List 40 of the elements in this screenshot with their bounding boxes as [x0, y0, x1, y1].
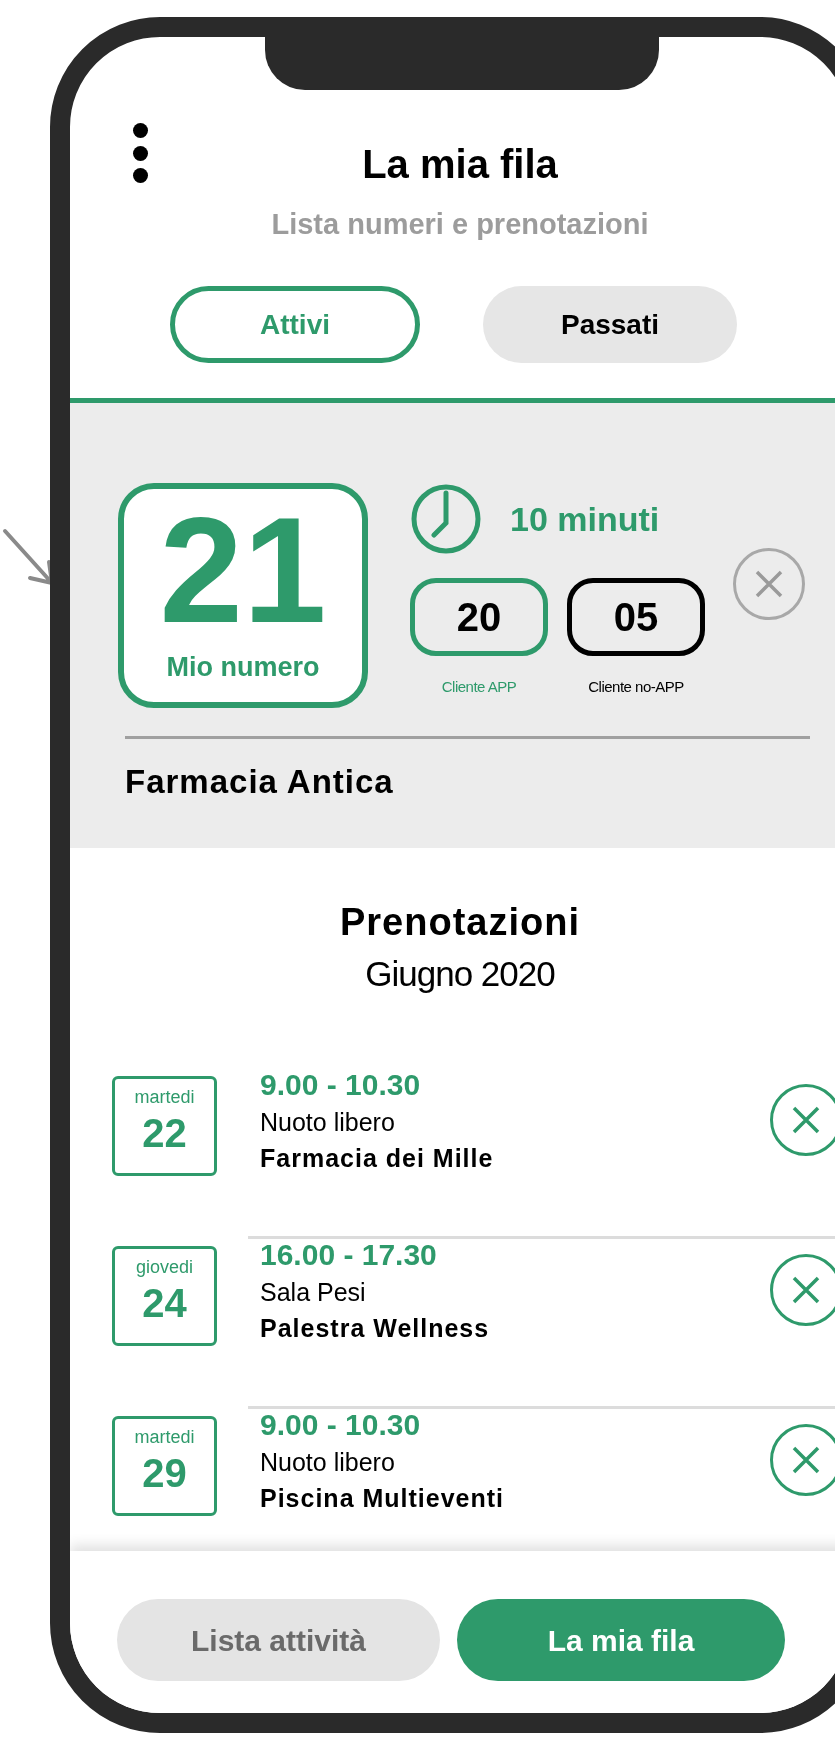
bookings-title: Prenotazioni: [340, 900, 580, 944]
day-number: 22: [142, 1111, 187, 1155]
wait-time: 10 minuti: [510, 498, 660, 540]
cancel-button[interactable]: [770, 1424, 835, 1496]
day-number: 29: [142, 1451, 187, 1495]
close-icon: [754, 569, 784, 599]
bookings-month: Giugno 2020: [365, 953, 555, 995]
close-icon: [791, 1445, 821, 1475]
close-icon: [791, 1275, 821, 1305]
cancel-button[interactable]: [770, 1084, 835, 1156]
booking-time: 16.00 - 17.30: [260, 1237, 438, 1273]
booking-time: 9.00 - 10.30: [260, 1407, 422, 1443]
cancel-button[interactable]: [770, 1254, 835, 1326]
close-button[interactable]: [733, 548, 805, 620]
activity-name: Nuoto libero: [260, 1107, 396, 1138]
screen-subtitle: Lista numeri e prenotazioni: [271, 207, 649, 242]
close-icon: [791, 1105, 821, 1135]
booking-time: 9.00 - 10.30: [260, 1067, 422, 1103]
clock-icon: [410, 483, 482, 555]
weekday: martedi: [134, 1427, 195, 1447]
counter-pill: 05: [567, 578, 705, 656]
venue-name: Palestra Wellness: [260, 1313, 490, 1344]
queue-number-label: Mio numero: [166, 651, 320, 684]
weekday: giovedi: [135, 1257, 193, 1277]
weekday: martedi: [134, 1087, 195, 1107]
day-number: 24: [142, 1281, 187, 1325]
nav-button[interactable]: La mia fila: [457, 1599, 785, 1681]
queue-number: 21: [159, 495, 327, 645]
venue-name: Piscina Multieventi: [260, 1483, 505, 1514]
screen-title: La mia fila: [362, 141, 558, 188]
place-name: Farmacia Antica: [125, 763, 394, 800]
activity-name: Sala Pesi: [260, 1277, 367, 1308]
tab[interactable]: Attivi: [170, 286, 420, 363]
counter-label: Cliente APP: [441, 677, 517, 697]
nav-button[interactable]: Lista attività: [117, 1599, 440, 1681]
counter-label: Cliente no-APP: [588, 677, 684, 697]
tab[interactable]: Passati: [483, 286, 737, 363]
counter-pill: 20: [410, 578, 548, 656]
venue-name: Farmacia dei Mille: [260, 1143, 494, 1174]
activity-name: Nuoto libero: [260, 1447, 396, 1478]
